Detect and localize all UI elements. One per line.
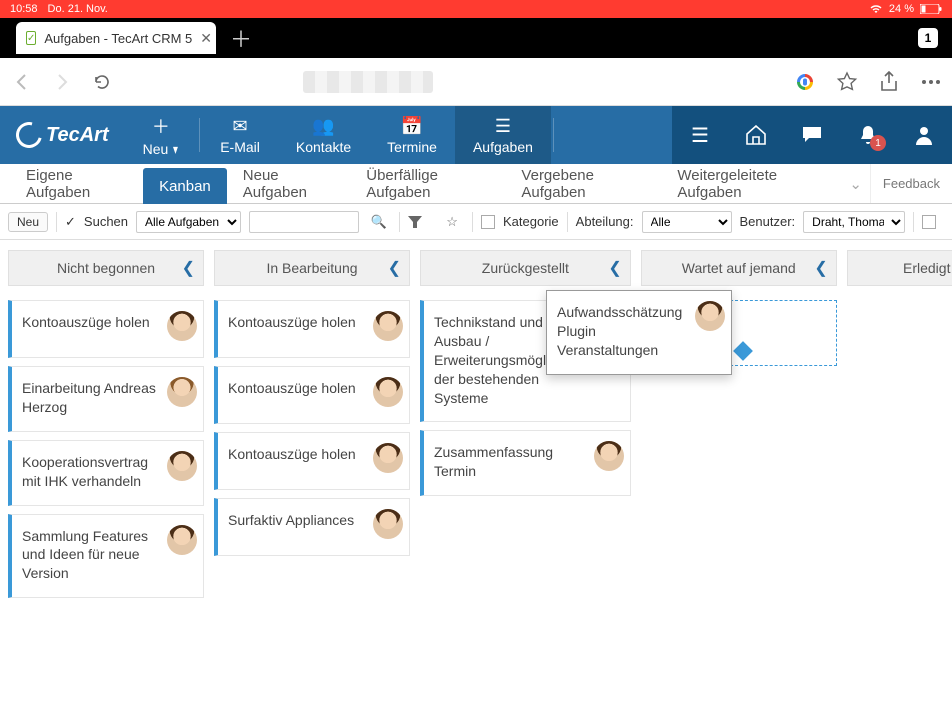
column-header: Nicht begonnen ❮ — [8, 250, 204, 286]
tab-favicon: ✓ — [26, 31, 36, 45]
kanban-card-dragging[interactable]: Aufwandsschätzung Plugin Veranstaltungen — [546, 290, 732, 375]
chat-button[interactable] — [784, 125, 840, 145]
forward-button[interactable] — [50, 70, 74, 94]
category-checkbox[interactable] — [481, 215, 495, 229]
favorite-icon[interactable]: ☆ — [440, 214, 464, 230]
abteilung-label: Abteilung: — [576, 214, 634, 229]
benutzer-select[interactable]: Draht, Thomas — [803, 211, 905, 233]
nav-neu[interactable]: ＋ Neu ▾ — [125, 106, 198, 164]
close-tab-icon[interactable]: ✕ — [200, 30, 212, 47]
app-topnav: TecArt ＋ Neu ▾ ✉ E-Mail 👥 Kontakte 📅 Ter… — [0, 106, 952, 164]
avatar — [373, 311, 403, 341]
more-menu-icon[interactable] — [920, 71, 942, 93]
search-label: Suchen — [84, 214, 128, 229]
feedback-link[interactable]: Feedback — [870, 164, 952, 203]
column-header: Wartet auf jemand ❮ — [641, 250, 837, 286]
wifi-icon — [869, 4, 883, 14]
avatar — [373, 443, 403, 473]
ios-status-bar: 10:58 Do. 21. Nov. 24 % — [0, 0, 952, 18]
calendar-icon: 📅 — [401, 116, 423, 137]
collapse-icon[interactable]: ❮ — [814, 258, 827, 278]
extra-checkbox[interactable] — [922, 215, 936, 229]
subtab-neue[interactable]: Neue Aufgaben — [227, 164, 350, 203]
scope-select[interactable]: Alle Aufgaben — [136, 211, 241, 233]
new-tab-button[interactable]: ＋ — [230, 22, 252, 54]
home-button[interactable] — [728, 125, 784, 145]
collapse-icon[interactable]: ❮ — [182, 258, 195, 278]
column-header: Erledigt — [847, 250, 952, 286]
column-header: Zurückgestellt ❮ — [420, 250, 631, 286]
voice-search-icon[interactable] — [794, 71, 816, 93]
new-task-button[interactable]: Neu — [8, 212, 48, 232]
notifications-button[interactable]: 1 — [840, 125, 896, 145]
url-bar[interactable] — [303, 71, 433, 93]
back-button[interactable] — [10, 70, 34, 94]
kanban-card[interactable]: Sammlung Features und Ideen für neue Ver… — [8, 514, 204, 599]
avatar — [594, 441, 624, 471]
nav-email[interactable]: ✉ E-Mail — [202, 106, 278, 164]
filter-bar: Neu ✓ Suchen Alle Aufgaben 🔍 ☆ Kategorie… — [0, 204, 952, 240]
benutzer-label: Benutzer: — [740, 214, 796, 229]
kanban-column-erledigt: Erledigt — [847, 250, 952, 701]
app-logo[interactable]: TecArt — [0, 106, 125, 164]
alert-badge: 1 — [870, 135, 886, 151]
reload-button[interactable] — [90, 70, 114, 94]
column-header: In Bearbeitung ❮ — [214, 250, 410, 286]
profile-button[interactable] — [896, 125, 952, 145]
kanban-board: Nicht begonnen ❮ Kontoauszüge holen Eina… — [0, 240, 952, 711]
tab-title: Aufgaben - TecArt CRM 5 — [44, 31, 192, 46]
kanban-card[interactable]: Zusammenfassung Termin — [420, 430, 631, 496]
contacts-icon: 👥 — [312, 116, 334, 137]
kanban-card[interactable]: Kontoauszüge holen — [214, 432, 410, 490]
collapse-icon[interactable]: ❮ — [388, 258, 401, 278]
subtab-eigene[interactable]: Eigene Aufgaben — [10, 164, 143, 203]
browser-toolbar — [0, 58, 952, 106]
kanban-card[interactable]: Kooperationsvertrag mit IHK verhandeln — [8, 440, 204, 506]
avatar — [167, 377, 197, 407]
collapse-icon[interactable]: ❮ — [608, 258, 621, 278]
bookmark-star-icon[interactable] — [836, 71, 858, 93]
mail-icon: ✉ — [233, 116, 248, 137]
nav-kontakte[interactable]: 👥 Kontakte — [278, 106, 369, 164]
status-battery-pct: 24 % — [889, 3, 914, 15]
kanban-card[interactable]: Einarbeitung Andreas Herzog — [8, 366, 204, 432]
avatar — [695, 301, 725, 331]
check-icon[interactable]: ✓ — [65, 214, 76, 230]
category-label: Kategorie — [503, 214, 559, 229]
avatar — [167, 525, 197, 555]
subtab-more[interactable]: ⌄ — [841, 164, 870, 203]
share-icon[interactable] — [878, 71, 900, 93]
nav-termine[interactable]: 📅 Termine — [369, 106, 455, 164]
nav-aufgaben[interactable]: ☰ Aufgaben — [455, 106, 551, 164]
status-time: 10:58 — [10, 3, 38, 15]
filter-icon[interactable] — [408, 216, 432, 228]
subnav: Eigene Aufgaben Kanban Neue Aufgaben Übe… — [0, 164, 952, 204]
subtab-kanban[interactable]: Kanban — [143, 168, 227, 204]
kanban-card[interactable]: Kontoauszüge holen — [214, 300, 410, 358]
kanban-card[interactable]: Surfaktiv Appliances — [214, 498, 410, 556]
abteilung-select[interactable]: Alle — [642, 211, 732, 233]
kanban-column-in-bearbeitung: In Bearbeitung ❮ Kontoauszüge holen Kont… — [214, 250, 410, 701]
avatar — [373, 509, 403, 539]
avatar — [167, 451, 197, 481]
browser-tabbar: ✓ Aufgaben - TecArt CRM 5 ✕ ＋ 1 — [0, 18, 952, 58]
avatar — [167, 311, 197, 341]
kanban-column-nicht-begonnen: Nicht begonnen ❮ Kontoauszüge holen Eina… — [8, 250, 204, 701]
search-icon[interactable]: 🔍 — [367, 214, 391, 230]
tasks-icon: ☰ — [495, 116, 511, 137]
menu-button[interactable]: ☰ — [672, 123, 728, 148]
subtab-weitergeleitet[interactable]: Weitergeleitete Aufgaben — [661, 164, 841, 203]
plus-icon: ＋ — [152, 113, 170, 139]
subtab-ueberfaellig[interactable]: Überfällige Aufgaben — [350, 164, 505, 203]
tab-count-button[interactable]: 1 — [918, 28, 938, 48]
battery-icon — [920, 4, 942, 14]
subtab-vergeben[interactable]: Vergebene Aufgaben — [505, 164, 661, 203]
search-input[interactable] — [249, 211, 359, 233]
browser-tab[interactable]: ✓ Aufgaben - TecArt CRM 5 ✕ — [16, 22, 216, 54]
kanban-card[interactable]: Kontoauszüge holen — [8, 300, 204, 358]
status-date: Do. 21. Nov. — [48, 3, 108, 15]
kanban-card[interactable]: Kontoauszüge holen — [214, 366, 410, 424]
avatar — [373, 377, 403, 407]
